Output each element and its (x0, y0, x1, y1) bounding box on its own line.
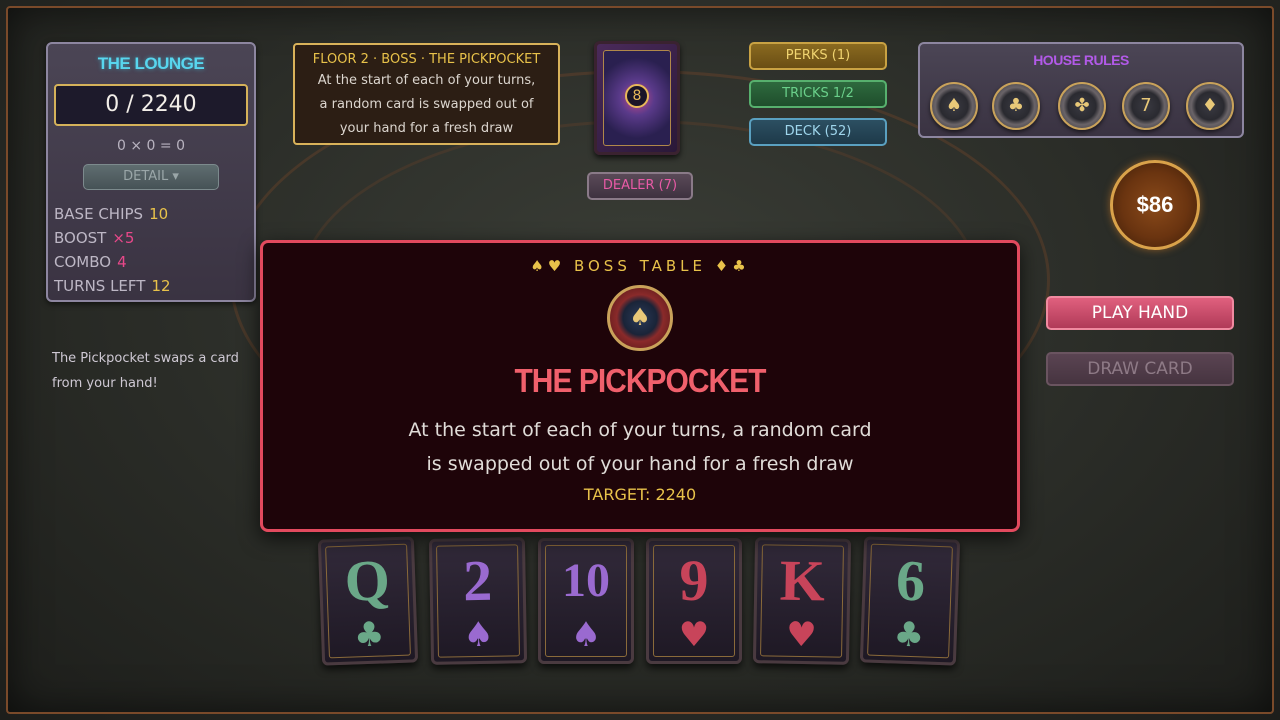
boss-emblem-icon: ♠ (607, 285, 673, 351)
heart-icon: ♥ (785, 614, 817, 656)
deck-button[interactable]: DECK (52) (749, 118, 887, 146)
money-badge: $86 (1110, 160, 1200, 250)
boss-header: FLOOR 2 · BOSS · THE PICKPOCKET (312, 52, 541, 67)
dealer-deck-card[interactable]: 8 (594, 41, 680, 155)
card-rank: Q (343, 547, 391, 614)
clover-chip-icon[interactable]: ✤ (1058, 82, 1106, 130)
hand-card[interactable]: 2 ♠ (428, 537, 528, 665)
venue-title: THE LOUNGE (97, 54, 205, 73)
boss-ability-description: At the start of each of your turns, a ra… (408, 419, 872, 475)
modal-kicker: ♠♥ BOSS TABLE ♦♣ (530, 257, 750, 275)
score-calculation: 0 × 0 = 0 (117, 138, 185, 154)
boss-table-modal[interactable]: ♠♥ BOSS TABLE ♦♣ ♠ THE PICKPOCKET At the… (260, 240, 1020, 532)
club-icon: ♣ (892, 614, 925, 656)
score-panel: THE LOUNGE 0 / 2240 0 × 0 = 0 DETAIL ▾ B… (46, 42, 256, 302)
stats-list: BASE CHIPS 10 BOOST ×5 COMBO 4 TURNS LEFT 12 (54, 202, 254, 298)
stat-boost: BOOST ×5 (54, 229, 135, 247)
perks-button[interactable]: PERKS (1) (749, 42, 887, 70)
card-rank: 6 (895, 547, 927, 614)
hand-card[interactable]: 6 ♣ (859, 536, 961, 666)
stat-combo: COMBO 4 (54, 253, 127, 271)
hand-card[interactable]: K ♥ (752, 537, 852, 665)
stat-turns-left: TURNS LEFT 12 (54, 277, 171, 295)
boss-message: The Pickpocket swaps a card from your ha… (52, 351, 239, 391)
hand-card[interactable]: 9 ♥ (646, 538, 742, 664)
seven-chip-icon[interactable]: 7 (1122, 82, 1170, 130)
boss-name: THE PICKPOCKET (514, 363, 766, 400)
hand-card[interactable]: Q ♣ (317, 536, 419, 666)
hand-card[interactable]: 10 ♠ (538, 538, 634, 664)
dealer-button[interactable]: DEALER (7) (587, 172, 693, 200)
tricks-button[interactable]: TRICKS 1/2 (749, 80, 887, 108)
spade-icon: ♠ (462, 614, 495, 656)
card-rank: K (779, 547, 826, 614)
card-rank: 2 (462, 547, 493, 614)
club-icon: ♣ (353, 614, 386, 656)
boss-description: At the start of each of your turns, a ra… (317, 73, 536, 136)
score-display: 0 / 2240 (54, 84, 248, 126)
detail-button[interactable]: DETAIL ▾ (83, 164, 219, 190)
card-rank: 10 (562, 554, 610, 607)
target-score: TARGET: 2240 (583, 485, 697, 504)
card-rank: 9 (679, 548, 709, 613)
spade-chip-icon[interactable]: ♠ (930, 82, 978, 130)
eight-ball-icon: 8 (625, 84, 649, 108)
bell-chip-icon[interactable]: ♦ (1186, 82, 1234, 130)
stat-base-chips: BASE CHIPS 10 (54, 205, 169, 223)
house-rules-panel: HOUSE RULES ♠ ♣ ✤ 7 ♦ (918, 42, 1244, 138)
house-rules-title: HOUSE RULES (1033, 52, 1129, 68)
draw-card-button[interactable]: DRAW CARD (1046, 352, 1234, 386)
spade-icon: ♠ (570, 615, 602, 655)
heart-icon: ♥ (678, 615, 710, 655)
play-hand-button[interactable]: PLAY HAND (1046, 296, 1234, 330)
club-chip-icon[interactable]: ♣ (992, 82, 1040, 130)
boss-info-card[interactable]: FLOOR 2 · BOSS · THE PICKPOCKET At the s… (293, 43, 560, 145)
